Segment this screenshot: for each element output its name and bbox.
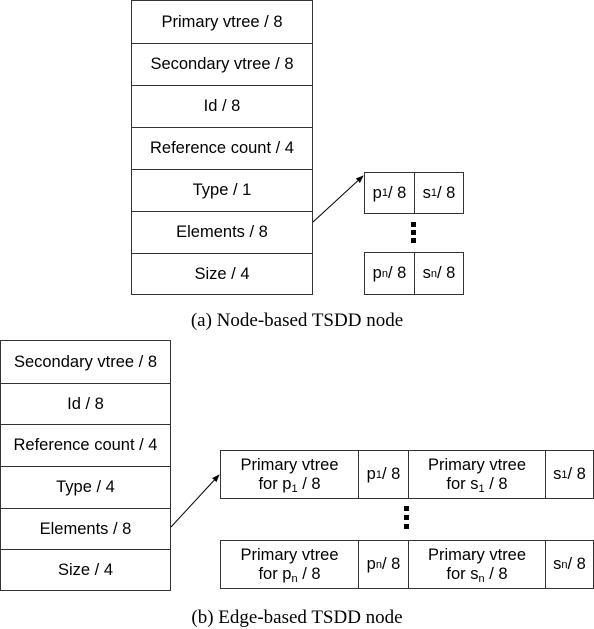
elements-pointer-arrow-a bbox=[312, 175, 364, 223]
elements-pointer-arrow-b bbox=[170, 474, 220, 528]
pointer-arrows bbox=[170, 175, 364, 528]
